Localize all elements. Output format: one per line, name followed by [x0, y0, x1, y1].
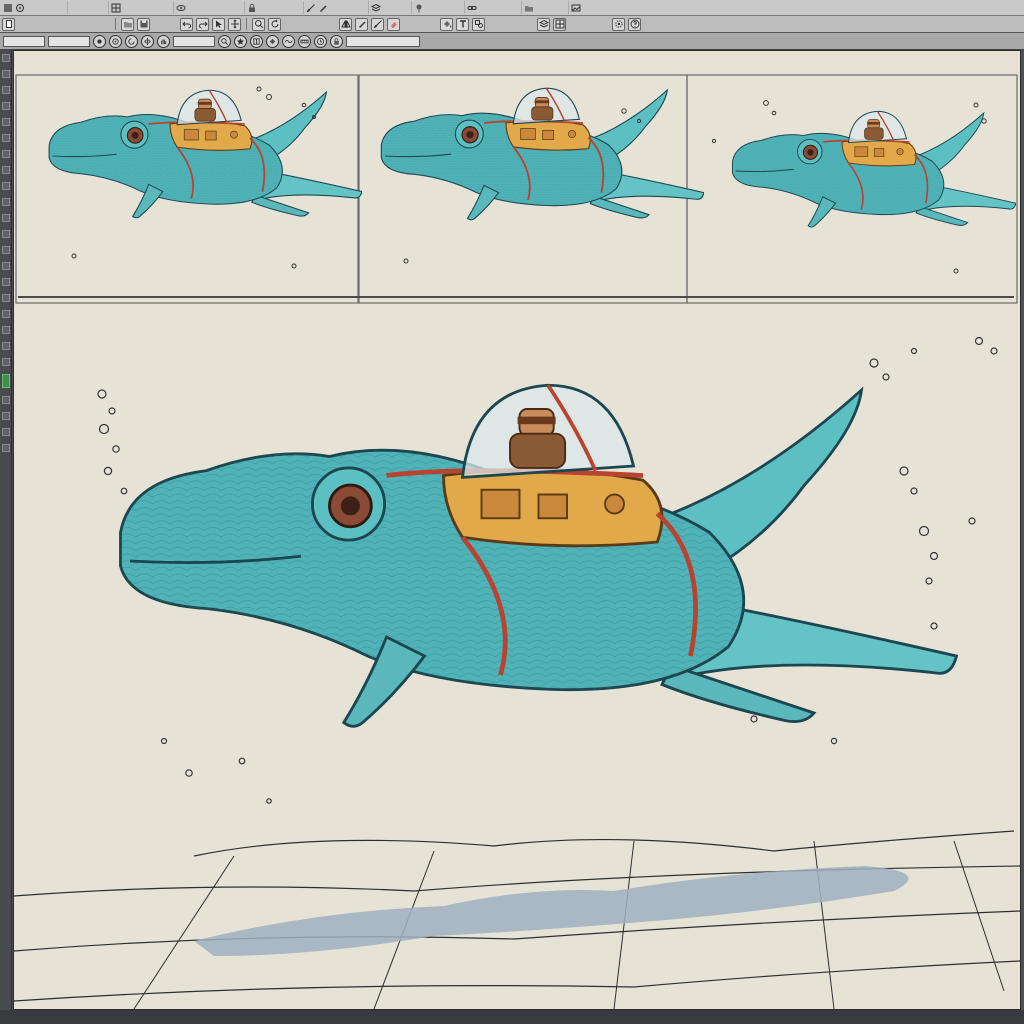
menu-item-2[interactable] — [69, 1, 109, 14]
save-icon[interactable] — [137, 17, 150, 31]
option-field-3[interactable] — [173, 35, 215, 47]
menu-item-8[interactable] — [425, 1, 465, 14]
select-icon[interactable] — [212, 17, 225, 31]
settings-icon[interactable] — [612, 17, 625, 31]
sketch-thumbnail-2 — [380, 87, 704, 221]
tool-button[interactable] — [1, 54, 10, 62]
menu-bar — [0, 0, 1024, 16]
tool-button[interactable] — [1, 262, 10, 270]
target-icon[interactable] — [109, 34, 122, 48]
help-icon[interactable] — [628, 17, 641, 31]
link-icon[interactable] — [466, 2, 477, 13]
grid-icon[interactable] — [553, 17, 566, 31]
layers-icon[interactable] — [370, 2, 381, 13]
menu-item-10[interactable] — [535, 1, 569, 14]
tool-button[interactable] — [1, 102, 10, 110]
layer-icon[interactable] — [537, 17, 550, 31]
main-sketch — [121, 385, 957, 726]
option-field-4[interactable] — [346, 35, 420, 47]
tool-button[interactable] — [1, 70, 10, 78]
fill-icon[interactable] — [440, 17, 453, 31]
tool-button[interactable] — [1, 230, 10, 238]
brush-icon[interactable] — [305, 2, 316, 13]
hand-icon[interactable] — [157, 34, 170, 48]
open-icon[interactable] — [121, 17, 134, 31]
menu-item-5[interactable] — [258, 1, 304, 14]
gear-icon[interactable] — [14, 2, 25, 13]
option-field-1[interactable] — [3, 35, 45, 47]
fill-icon[interactable] — [266, 34, 279, 48]
toolbar — [0, 16, 1024, 33]
tool-button[interactable] — [1, 134, 10, 142]
menu-item-3[interactable] — [122, 1, 174, 14]
tool-button[interactable] — [1, 150, 10, 158]
tool-button[interactable] — [1, 358, 10, 366]
grid-icon[interactable] — [110, 2, 121, 13]
zoom-icon[interactable] — [252, 17, 265, 31]
brush-preset-icon[interactable] — [93, 34, 106, 48]
tool-button[interactable] — [1, 342, 10, 350]
tool-button[interactable] — [1, 166, 10, 174]
pencil-icon[interactable] — [317, 2, 328, 13]
pencil-icon[interactable] — [355, 17, 368, 31]
menu-item-6[interactable] — [329, 1, 369, 14]
status-bar — [0, 1010, 1024, 1024]
toolbar-separator — [115, 18, 116, 30]
artwork — [14, 74, 1020, 1009]
ruler-icon[interactable] — [298, 34, 311, 48]
tool-button[interactable] — [1, 86, 10, 94]
undo-icon[interactable] — [180, 17, 193, 31]
snap-icon[interactable] — [250, 34, 263, 48]
folder-icon[interactable] — [523, 2, 534, 13]
eraser-icon[interactable] — [387, 17, 400, 31]
mirror-icon[interactable] — [141, 34, 154, 48]
new-icon[interactable] — [2, 17, 15, 31]
tool-button[interactable] — [1, 198, 10, 206]
refresh-icon[interactable] — [125, 34, 138, 48]
menu-item-9[interactable] — [478, 1, 522, 14]
clock-icon[interactable] — [314, 34, 327, 48]
stabilizer-icon[interactable] — [282, 34, 295, 48]
drawing-canvas[interactable] — [13, 50, 1021, 1010]
pin-icon[interactable] — [413, 2, 424, 13]
tool-button[interactable] — [1, 428, 10, 436]
app-icon[interactable] — [2, 2, 13, 13]
menu-item-1[interactable] — [26, 1, 68, 14]
zoom-icon[interactable] — [218, 34, 231, 48]
tool-button[interactable] — [1, 396, 10, 404]
eye-icon[interactable] — [175, 2, 186, 13]
tool-button[interactable] — [1, 412, 10, 420]
option-bar — [0, 33, 1024, 50]
brush-icon[interactable] — [371, 17, 384, 31]
text-icon[interactable] — [456, 17, 469, 31]
sketch-thumbnail-3 — [731, 110, 1016, 229]
tool-button[interactable] — [1, 182, 10, 190]
lock-icon[interactable] — [330, 34, 343, 48]
redo-icon[interactable] — [196, 17, 209, 31]
sketch-thumbnail-1 — [48, 89, 362, 219]
tool-button[interactable] — [1, 326, 10, 334]
app-window — [0, 0, 1024, 1024]
tool-button[interactable] — [1, 310, 10, 318]
lock-icon[interactable] — [246, 2, 257, 13]
tool-button[interactable] — [1, 214, 10, 222]
floor-shadow — [194, 866, 909, 956]
menu-item-4[interactable] — [187, 1, 245, 14]
option-field-2[interactable] — [48, 35, 90, 47]
menu-item-7[interactable] — [382, 1, 412, 14]
tool-button[interactable] — [1, 118, 10, 126]
tool-strip — [0, 50, 12, 1010]
rotate-icon[interactable] — [268, 17, 281, 31]
active-color-swatch[interactable] — [1, 374, 10, 388]
toolbar-separator — [246, 18, 247, 30]
tool-button[interactable] — [1, 294, 10, 302]
flip-icon[interactable] — [339, 17, 352, 31]
move-icon[interactable] — [228, 17, 241, 31]
image-icon[interactable] — [570, 2, 581, 13]
star-icon[interactable] — [234, 34, 247, 48]
shape-icon[interactable] — [472, 17, 485, 31]
tool-button[interactable] — [1, 246, 10, 254]
tool-button[interactable] — [1, 278, 10, 286]
tool-button[interactable] — [1, 444, 10, 452]
